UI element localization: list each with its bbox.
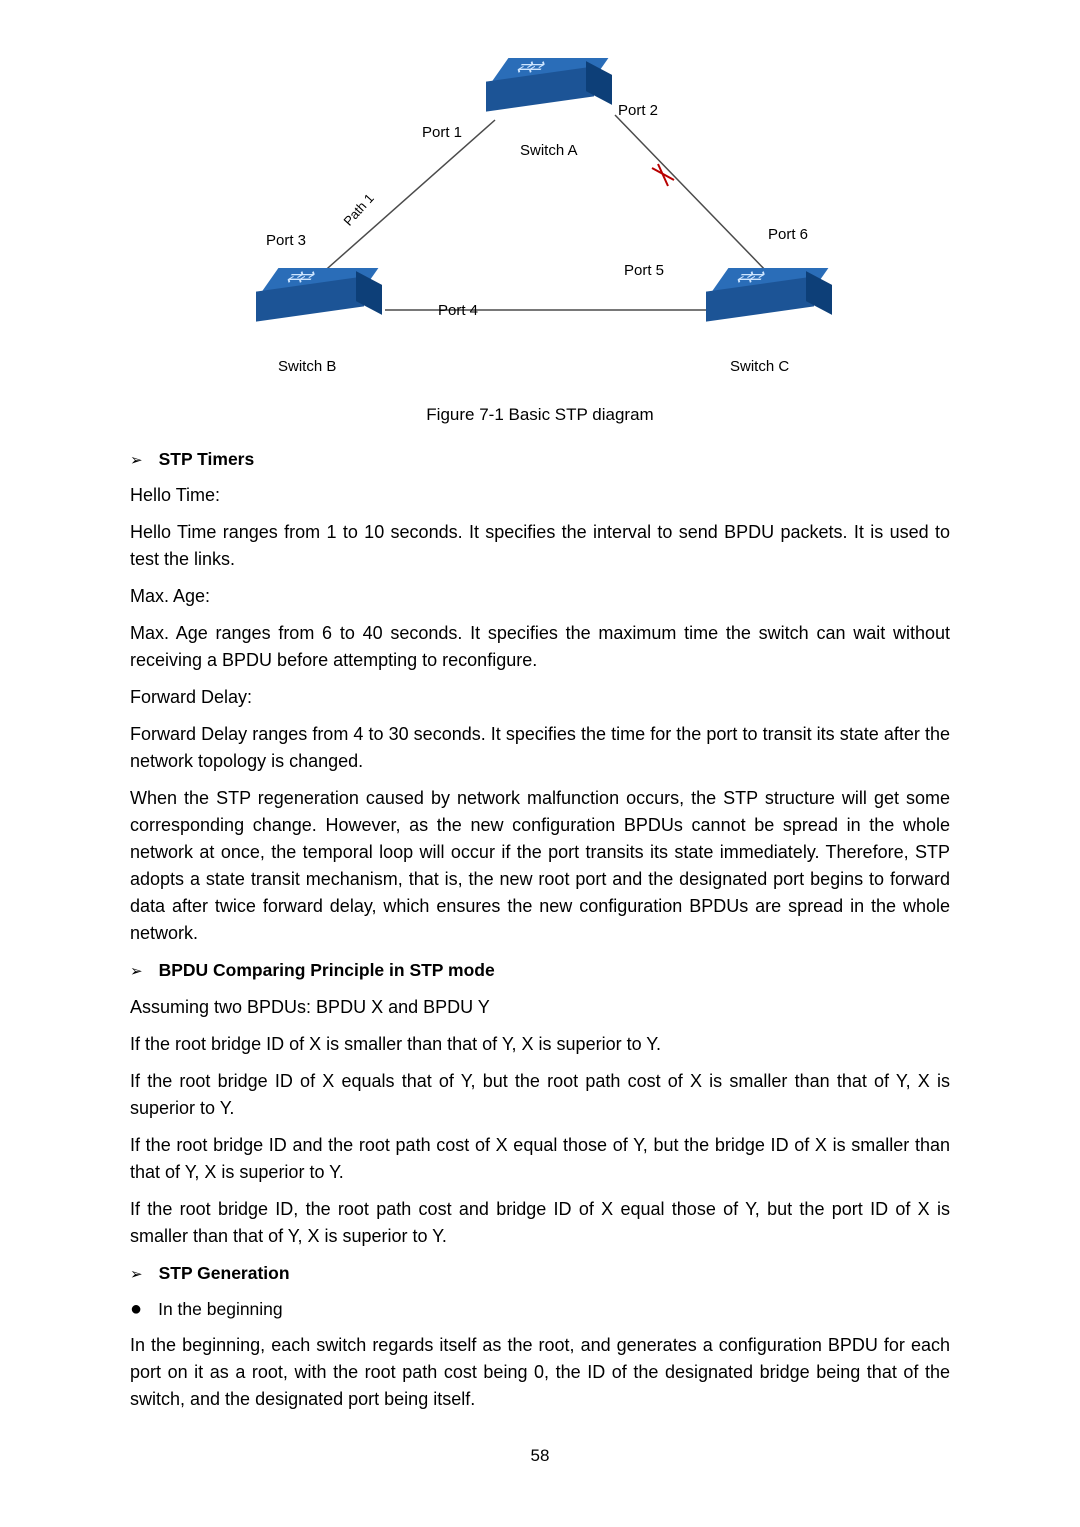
- label-port2: Port 2: [618, 100, 658, 123]
- label-path1: Path 1: [339, 189, 379, 230]
- label-forward-delay: Forward Delay:: [130, 684, 950, 711]
- bullet-dot-icon: ●: [130, 1299, 142, 1319]
- stp-diagram: ⇄⇄ ⇄⇄ ⇄⇄ Port 1 Port 2 Port 3 Port 4 Po: [130, 60, 950, 390]
- label-switch-b: Switch B: [278, 356, 336, 379]
- label-port3: Port 3: [266, 230, 306, 253]
- text-assuming: Assuming two BPDUs: BPDU X and BPDU Y: [130, 994, 950, 1021]
- chevron-right-icon: ➢: [130, 961, 143, 984]
- switch-b-icon: ⇄⇄: [260, 280, 380, 340]
- label-port5: Port 5: [624, 260, 664, 283]
- label-port6: Port 6: [768, 224, 808, 247]
- text-rule1: If the root bridge ID of X is smaller th…: [130, 1031, 950, 1058]
- switch-c-icon: ⇄⇄: [710, 280, 830, 340]
- text-stp-explanation: When the STP regeneration caused by netw…: [130, 785, 950, 947]
- chevron-right-icon: ➢: [130, 1264, 143, 1287]
- heading-stp-timers: ➢ STP Timers: [130, 446, 950, 473]
- text-in-beginning: In the beginning, each switch regards it…: [130, 1332, 950, 1413]
- label-port1: Port 1: [422, 122, 462, 145]
- heading-text: STP Generation: [159, 1260, 290, 1286]
- text-rule2: If the root bridge ID of X equals that o…: [130, 1068, 950, 1122]
- switch-a-icon: ⇄⇄: [490, 70, 610, 130]
- text-rule3: If the root bridge ID and the root path …: [130, 1132, 950, 1186]
- heading-text: BPDU Comparing Principle in STP mode: [159, 957, 495, 983]
- label-switch-a: Switch A: [520, 140, 578, 163]
- heading-text: STP Timers: [159, 446, 255, 472]
- label-port4: Port 4: [438, 300, 478, 323]
- text-forward-delay: Forward Delay ranges from 4 to 30 second…: [130, 721, 950, 775]
- chevron-right-icon: ➢: [130, 450, 143, 473]
- heading-stp-generation: ➢ STP Generation: [130, 1260, 950, 1287]
- label-switch-c: Switch C: [730, 356, 789, 379]
- subheading-in-beginning: ● In the beginning: [130, 1296, 950, 1322]
- figure-caption: Figure 7-1 Basic STP diagram: [130, 402, 950, 428]
- label-hello-time: Hello Time:: [130, 482, 950, 509]
- page-number: 58: [130, 1443, 950, 1469]
- text-rule4: If the root bridge ID, the root path cos…: [130, 1196, 950, 1250]
- subheading-text: In the beginning: [158, 1296, 283, 1322]
- label-max-age: Max. Age:: [130, 583, 950, 610]
- heading-bpdu-comparing: ➢ BPDU Comparing Principle in STP mode: [130, 957, 950, 984]
- text-max-age: Max. Age ranges from 6 to 40 seconds. It…: [130, 620, 950, 674]
- text-hello-time: Hello Time ranges from 1 to 10 seconds. …: [130, 519, 950, 573]
